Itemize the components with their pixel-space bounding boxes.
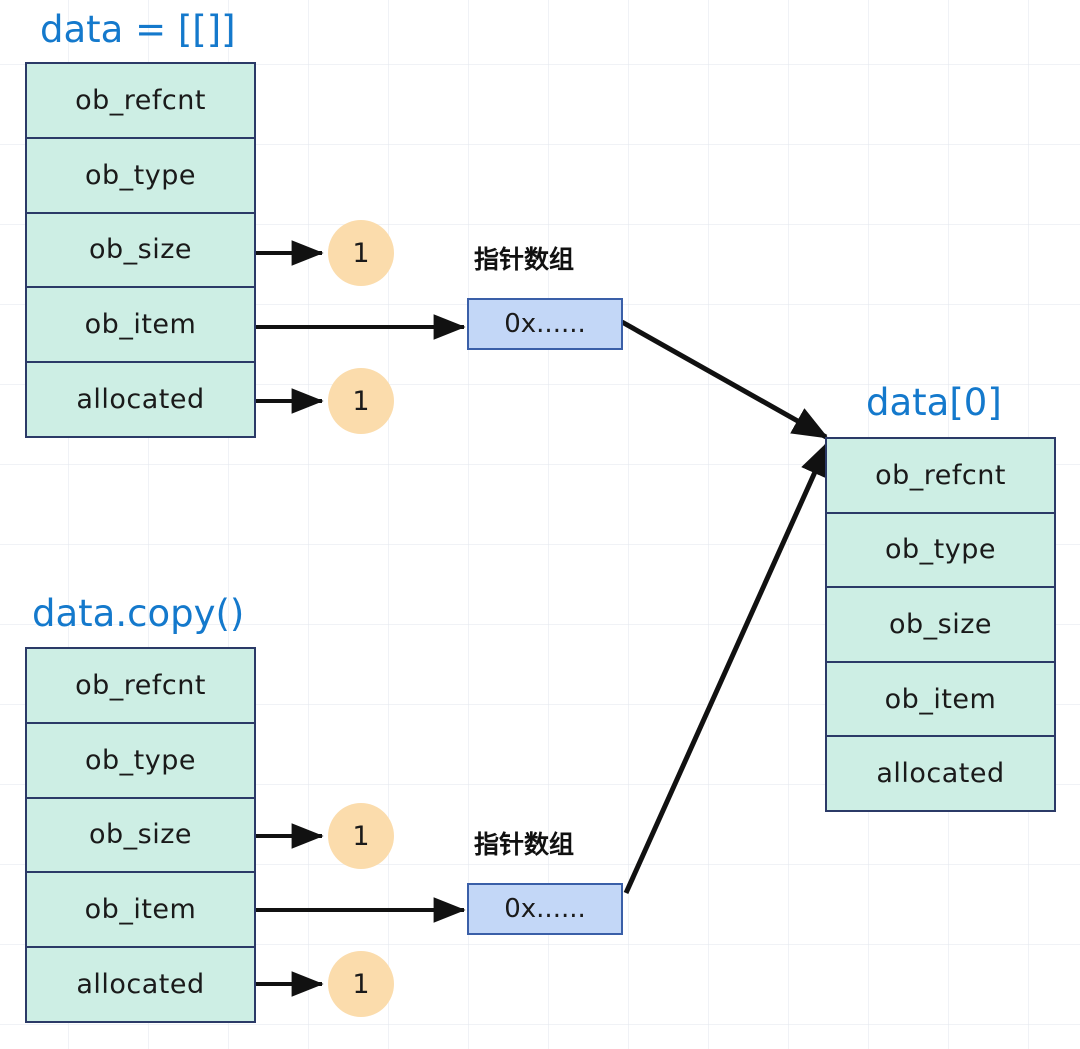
- struct-field-allocated: allocated: [27, 363, 254, 436]
- struct-title-data-copy: data.copy(): [32, 592, 245, 635]
- struct-field-ob-item: ob_item: [27, 288, 254, 364]
- struct-field-ob-item: ob_item: [827, 662, 1054, 738]
- diagram-canvas: data = [[]] ob_refcnt ob_type ob_size ob…: [0, 0, 1080, 1049]
- struct-title-data-list: data = [[]]: [40, 8, 236, 51]
- struct-field-ob-size: ob_size: [27, 798, 254, 874]
- struct-field-ob-size: ob_size: [27, 213, 254, 289]
- struct-field-ob-type: ob_type: [27, 138, 254, 214]
- count-circle-top-allocated: 1: [328, 368, 394, 434]
- count-circle-bottom-ob-size: 1: [328, 803, 394, 869]
- arrow-bottom-pointer-to-data0: [623, 440, 831, 895]
- struct-field-ob-type: ob_type: [827, 513, 1054, 589]
- pointer-array-box-bottom: 0x......: [467, 883, 623, 935]
- struct-box-data-zero: ob_refcnt ob_type ob_size ob_item alloca…: [825, 437, 1056, 812]
- struct-title-data-zero: data[0]: [866, 381, 1002, 424]
- struct-field-ob-size: ob_size: [827, 588, 1054, 663]
- count-circle-top-ob-size: 1: [328, 220, 394, 286]
- arrow-top-pointer-to-data0: [620, 319, 829, 440]
- struct-field-ob-refcnt: ob_refcnt: [27, 649, 254, 724]
- struct-box-data-copy: ob_refcnt ob_type ob_size ob_item alloca…: [25, 647, 256, 1023]
- struct-field-ob-refcnt: ob_refcnt: [27, 64, 254, 139]
- count-circle-bottom-allocated: 1: [328, 951, 394, 1017]
- pointer-array-label-top: 指针数组: [474, 245, 575, 274]
- struct-field-ob-type: ob_type: [27, 723, 254, 799]
- struct-field-ob-refcnt: ob_refcnt: [827, 439, 1054, 514]
- pointer-array-label-bottom: 指针数组: [474, 830, 575, 859]
- struct-field-allocated: allocated: [27, 948, 254, 1021]
- struct-field-ob-item: ob_item: [27, 873, 254, 949]
- struct-field-allocated: allocated: [827, 737, 1054, 810]
- struct-box-data-list: ob_refcnt ob_type ob_size ob_item alloca…: [25, 62, 256, 438]
- pointer-array-box-top: 0x......: [467, 298, 623, 350]
